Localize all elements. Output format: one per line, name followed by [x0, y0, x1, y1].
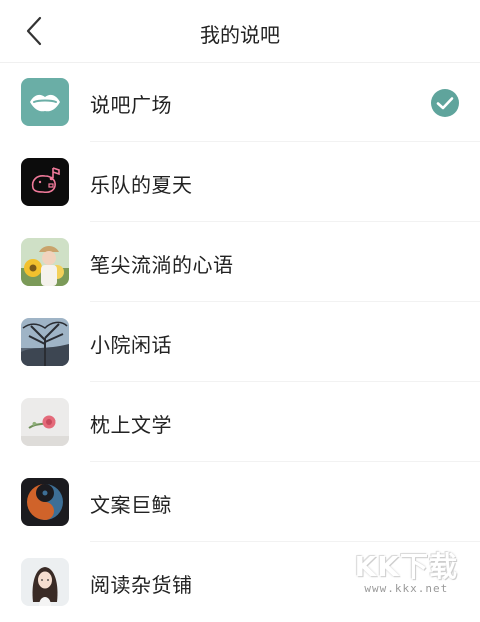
girl-sunflower-avatar — [21, 238, 69, 286]
list-item-copywriting-whale[interactable]: 文案巨鲸 — [0, 462, 480, 542]
watermark-brand: KK下载 — [354, 550, 458, 583]
rose-avatar — [21, 398, 69, 446]
list-item-label: 枕上文学 — [90, 413, 172, 437]
page-title: 我的说吧 — [200, 23, 280, 47]
community-list: 说吧广场 乐队的夏天 笔尖流淌的心语 小院闲话 枕上文学 文案巨鲸 阅读杂货铺 — [0, 62, 480, 622]
watermark-url: www.kkx.net — [364, 582, 449, 595]
check-circle-icon — [430, 88, 460, 118]
list-item-label: 乐队的夏天 — [90, 173, 193, 197]
yin-yang-fish-avatar — [21, 478, 69, 526]
watermark-logo: KK下载 www.kkx.net — [354, 550, 458, 596]
tree-landscape-avatar — [21, 318, 69, 366]
illustrated-girl-avatar — [21, 558, 69, 606]
list-item-label: 文案巨鲸 — [90, 493, 172, 517]
list-item-pillow-literature[interactable]: 枕上文学 — [0, 382, 480, 462]
list-item-shuoba-square[interactable]: 说吧广场 — [0, 62, 480, 142]
piggy-music-icon — [21, 158, 69, 206]
list-item-courtyard[interactable]: 小院闲话 — [0, 302, 480, 382]
list-item-label: 笔尖流淌的心语 — [90, 253, 234, 277]
list-item-label: 阅读杂货铺 — [90, 573, 193, 597]
list-item-label: 说吧广场 — [90, 93, 172, 117]
top-bar: 我的说吧 — [0, 0, 480, 63]
lips-icon — [21, 78, 69, 126]
list-item-label: 小院闲话 — [90, 333, 172, 357]
list-item-pen-tip[interactable]: 笔尖流淌的心语 — [0, 222, 480, 302]
list-item-band-summer[interactable]: 乐队的夏天 — [0, 142, 480, 222]
